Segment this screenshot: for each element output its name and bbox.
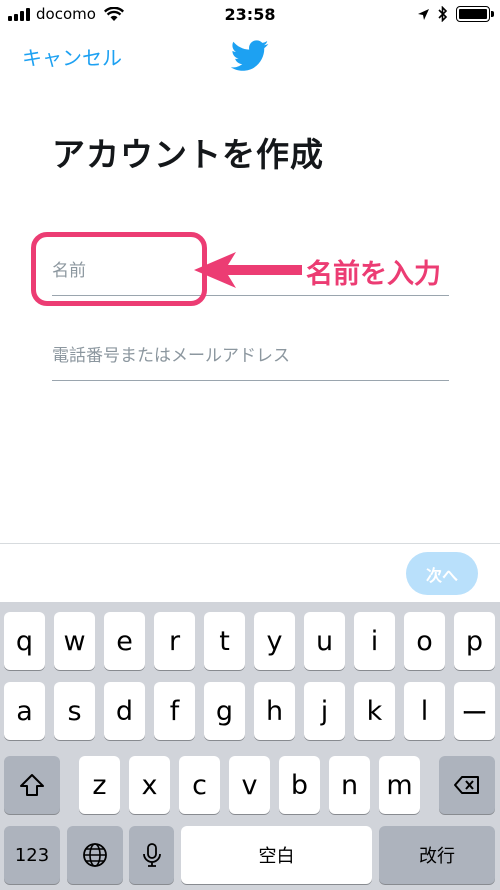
annotation-label: 名前を入力 [306, 259, 441, 290]
phone-placeholder: 電話番号またはメールアドレス [52, 346, 290, 366]
return-key[interactable]: 改行 [379, 826, 495, 884]
key[interactable]: x [129, 756, 170, 814]
key[interactable]: i [354, 612, 395, 670]
phone-or-email-field[interactable]: 電話番号またはメールアドレス [52, 343, 449, 381]
key[interactable]: l [404, 682, 445, 740]
highlight-box [31, 232, 207, 306]
delete-key[interactable] [439, 756, 495, 814]
shift-key[interactable] [4, 756, 60, 814]
space-key[interactable]: 空白 [181, 826, 372, 884]
key[interactable]: p [454, 612, 495, 670]
key[interactable]: k [354, 682, 395, 740]
key[interactable]: e [104, 612, 145, 670]
key[interactable]: j [304, 682, 345, 740]
bluetooth-icon [438, 6, 448, 22]
key[interactable]: f [154, 682, 195, 740]
key[interactable]: b [279, 756, 320, 814]
key[interactable]: n [329, 756, 370, 814]
divider [0, 543, 500, 544]
key[interactable]: z [79, 756, 120, 814]
microphone-icon [142, 843, 161, 867]
key[interactable]: y [254, 612, 295, 670]
arrow-icon [194, 252, 302, 288]
status-right [417, 6, 494, 22]
microphone-key[interactable] [129, 826, 174, 884]
battery-icon [456, 6, 494, 22]
shift-icon [20, 774, 44, 796]
status-bar: docomo 23:58 [0, 0, 500, 30]
globe-icon [83, 843, 107, 867]
delete-icon [454, 776, 479, 794]
key[interactable]: w [54, 612, 95, 670]
key[interactable]: t [204, 612, 245, 670]
keyboard: q w e r t y u i o p a s d f g h j k l ー … [0, 602, 500, 890]
key[interactable]: h [254, 682, 295, 740]
key[interactable]: c [179, 756, 220, 814]
globe-key[interactable] [67, 826, 123, 884]
location-icon [418, 8, 429, 20]
key[interactable]: o [404, 612, 445, 670]
key[interactable]: r [154, 612, 195, 670]
key[interactable]: q [4, 612, 45, 670]
cancel-button[interactable]: キャンセル [22, 42, 122, 71]
key[interactable]: g [204, 682, 245, 740]
numbers-key[interactable]: 123 [4, 826, 60, 884]
next-button[interactable]: 次へ [406, 552, 478, 595]
key[interactable]: u [304, 612, 345, 670]
key[interactable]: s [54, 682, 95, 740]
page-title: アカウントを作成 [52, 135, 324, 174]
key[interactable]: d [104, 682, 145, 740]
key[interactable]: a [4, 682, 45, 740]
key[interactable]: m [379, 756, 420, 814]
key[interactable]: ー [454, 682, 495, 740]
twitter-bird-icon [231, 40, 269, 71]
key[interactable]: v [229, 756, 270, 814]
